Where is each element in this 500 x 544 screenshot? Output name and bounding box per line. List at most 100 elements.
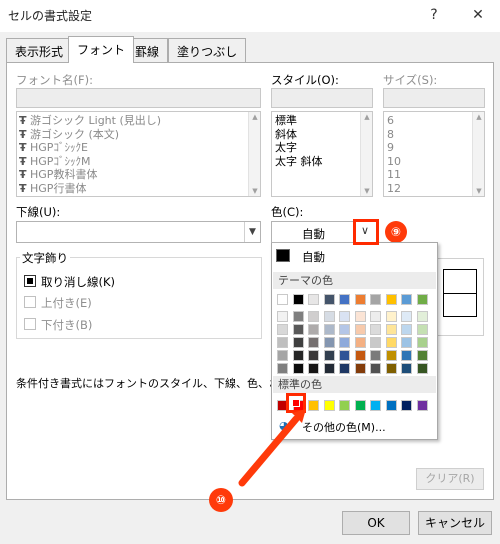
auto-color-label[interactable]: 自動 — [302, 249, 325, 265]
list-item[interactable]: 6 — [387, 114, 471, 128]
theme-shade-swatch[interactable] — [323, 363, 335, 374]
subscript-label[interactable]: 下付き(B) — [41, 317, 92, 333]
theme-shade-swatch[interactable] — [385, 363, 397, 374]
theme-shade-swatch[interactable] — [292, 337, 304, 348]
scroll-down-icon[interactable]: ▼ — [473, 186, 485, 196]
theme-shade-swatch[interactable] — [292, 311, 304, 322]
list-item[interactable]: 太字 — [275, 141, 359, 155]
theme-shade-swatch[interactable] — [308, 363, 319, 374]
standard-color-swatch[interactable] — [401, 400, 412, 411]
theme-shade-swatch[interactable] — [370, 324, 381, 335]
font-list-scrollbar[interactable]: ▲ ▼ — [248, 112, 260, 196]
list-item[interactable]: Ŧ 游ゴシック Light (見出し) — [19, 114, 244, 128]
theme-shade-swatch[interactable] — [323, 337, 335, 348]
size-list[interactable]: 6 8 9 10 11 12 ▲ ▼ — [383, 111, 485, 197]
theme-shade-swatch[interactable] — [370, 350, 381, 361]
style-list[interactable]: 標準 斜体 太字 太字 斜体 ▲ ▼ — [271, 111, 373, 197]
font-name-list[interactable]: Ŧ 游ゴシック Light (見出し) Ŧ 游ゴシック (本文) Ŧ HGPｺﾞ… — [16, 111, 261, 197]
theme-shade-swatch[interactable] — [401, 324, 412, 335]
theme-shade-swatch[interactable] — [308, 311, 319, 322]
list-item[interactable]: 8 — [387, 128, 471, 142]
theme-shade-swatch[interactable] — [416, 363, 428, 374]
tab-number-format[interactable]: 表示形式 — [6, 38, 73, 62]
theme-color-swatch[interactable] — [401, 294, 412, 305]
strikethrough-label[interactable]: 取り消し線(K) — [41, 274, 115, 290]
standard-color-swatch[interactable] — [385, 400, 397, 411]
theme-shade-swatch[interactable] — [370, 363, 381, 374]
theme-shade-swatch[interactable] — [277, 311, 288, 322]
theme-shade-swatch[interactable] — [385, 350, 397, 361]
theme-shade-swatch[interactable] — [354, 337, 366, 348]
strikethrough-checkbox[interactable] — [24, 275, 36, 287]
list-item[interactable]: 12 — [387, 182, 471, 196]
more-colors-link[interactable]: その他の色(M)... — [302, 419, 386, 435]
cancel-button[interactable]: キャンセル — [418, 511, 492, 535]
list-item[interactable]: 9 — [387, 141, 471, 155]
theme-shade-swatch[interactable] — [401, 311, 412, 322]
help-button[interactable]: ? — [422, 4, 446, 26]
theme-shade-swatch[interactable] — [323, 311, 335, 322]
standard-color-swatch[interactable] — [354, 400, 366, 411]
list-item[interactable]: 11 — [387, 168, 471, 182]
close-button[interactable]: ✕ — [466, 4, 490, 26]
chevron-down-icon[interactable]: ▼ — [244, 222, 260, 242]
theme-shade-swatch[interactable] — [277, 337, 288, 348]
theme-shade-swatch[interactable] — [277, 363, 288, 374]
theme-shade-swatch[interactable] — [339, 337, 350, 348]
list-item[interactable]: Ŧ HGPｺﾞｼｯｸM — [19, 155, 244, 169]
standard-color-swatch[interactable] — [339, 400, 350, 411]
theme-shade-swatch[interactable] — [416, 350, 428, 361]
auto-color-swatch[interactable] — [276, 249, 290, 262]
list-item[interactable]: 太字 斜体 — [275, 155, 359, 169]
font-name-input[interactable] — [16, 88, 261, 108]
theme-shade-swatch[interactable] — [292, 324, 304, 335]
ok-button[interactable]: OK — [342, 511, 410, 535]
theme-color-swatch[interactable] — [277, 294, 288, 305]
theme-shade-swatch[interactable] — [385, 337, 397, 348]
scroll-up-icon[interactable]: ▲ — [473, 112, 485, 122]
theme-shade-swatch[interactable] — [401, 363, 412, 374]
subscript-checkbox[interactable] — [24, 318, 36, 330]
list-item[interactable]: 斜体 — [275, 128, 359, 142]
theme-color-swatch[interactable] — [339, 294, 350, 305]
theme-color-swatch[interactable] — [385, 294, 397, 305]
theme-color-swatch[interactable] — [416, 294, 428, 305]
theme-shade-swatch[interactable] — [354, 363, 366, 374]
style-input[interactable] — [271, 88, 373, 108]
theme-shade-swatch[interactable] — [416, 337, 428, 348]
theme-shade-swatch[interactable] — [292, 363, 304, 374]
theme-shade-swatch[interactable] — [308, 350, 319, 361]
clear-button[interactable]: クリア(R) — [416, 468, 484, 490]
superscript-label[interactable]: 上付き(E) — [41, 295, 92, 311]
theme-color-swatch[interactable] — [354, 294, 366, 305]
theme-shade-swatch[interactable] — [292, 350, 304, 361]
list-item[interactable]: Ŧ 游ゴシック (本文) — [19, 128, 244, 142]
standard-color-swatch[interactable] — [370, 400, 381, 411]
color-dropdown-button[interactable]: ∨ — [353, 219, 379, 245]
size-input[interactable] — [383, 88, 485, 108]
theme-shade-swatch[interactable] — [370, 337, 381, 348]
scroll-down-icon[interactable]: ▼ — [249, 186, 261, 196]
theme-shade-swatch[interactable] — [401, 337, 412, 348]
theme-shade-swatch[interactable] — [323, 350, 335, 361]
theme-shade-swatch[interactable] — [385, 324, 397, 335]
style-list-scrollbar[interactable]: ▲ ▼ — [360, 112, 372, 196]
list-item[interactable]: 標準 — [275, 114, 359, 128]
theme-shade-swatch[interactable] — [354, 324, 366, 335]
list-item[interactable]: 10 — [387, 155, 471, 169]
theme-shade-swatch[interactable] — [401, 350, 412, 361]
theme-shade-swatch[interactable] — [370, 311, 381, 322]
list-item[interactable]: Ŧ HGP教科書体 — [19, 168, 244, 182]
theme-shade-swatch[interactable] — [277, 324, 288, 335]
theme-shade-swatch[interactable] — [416, 324, 428, 335]
superscript-checkbox[interactable] — [24, 296, 36, 308]
standard-color-swatch[interactable] — [323, 400, 335, 411]
theme-shade-swatch[interactable] — [308, 337, 319, 348]
tab-fill[interactable]: 塗りつぶし — [168, 38, 247, 62]
underline-dropdown[interactable]: ▼ — [16, 221, 261, 243]
theme-shade-swatch[interactable] — [354, 350, 366, 361]
tab-font[interactable]: フォント — [68, 36, 135, 63]
list-item[interactable]: Ŧ HGPｺﾞｼｯｸE — [19, 141, 244, 155]
list-item[interactable]: Ŧ HGP行書体 — [19, 182, 244, 196]
theme-color-swatch[interactable] — [370, 294, 381, 305]
